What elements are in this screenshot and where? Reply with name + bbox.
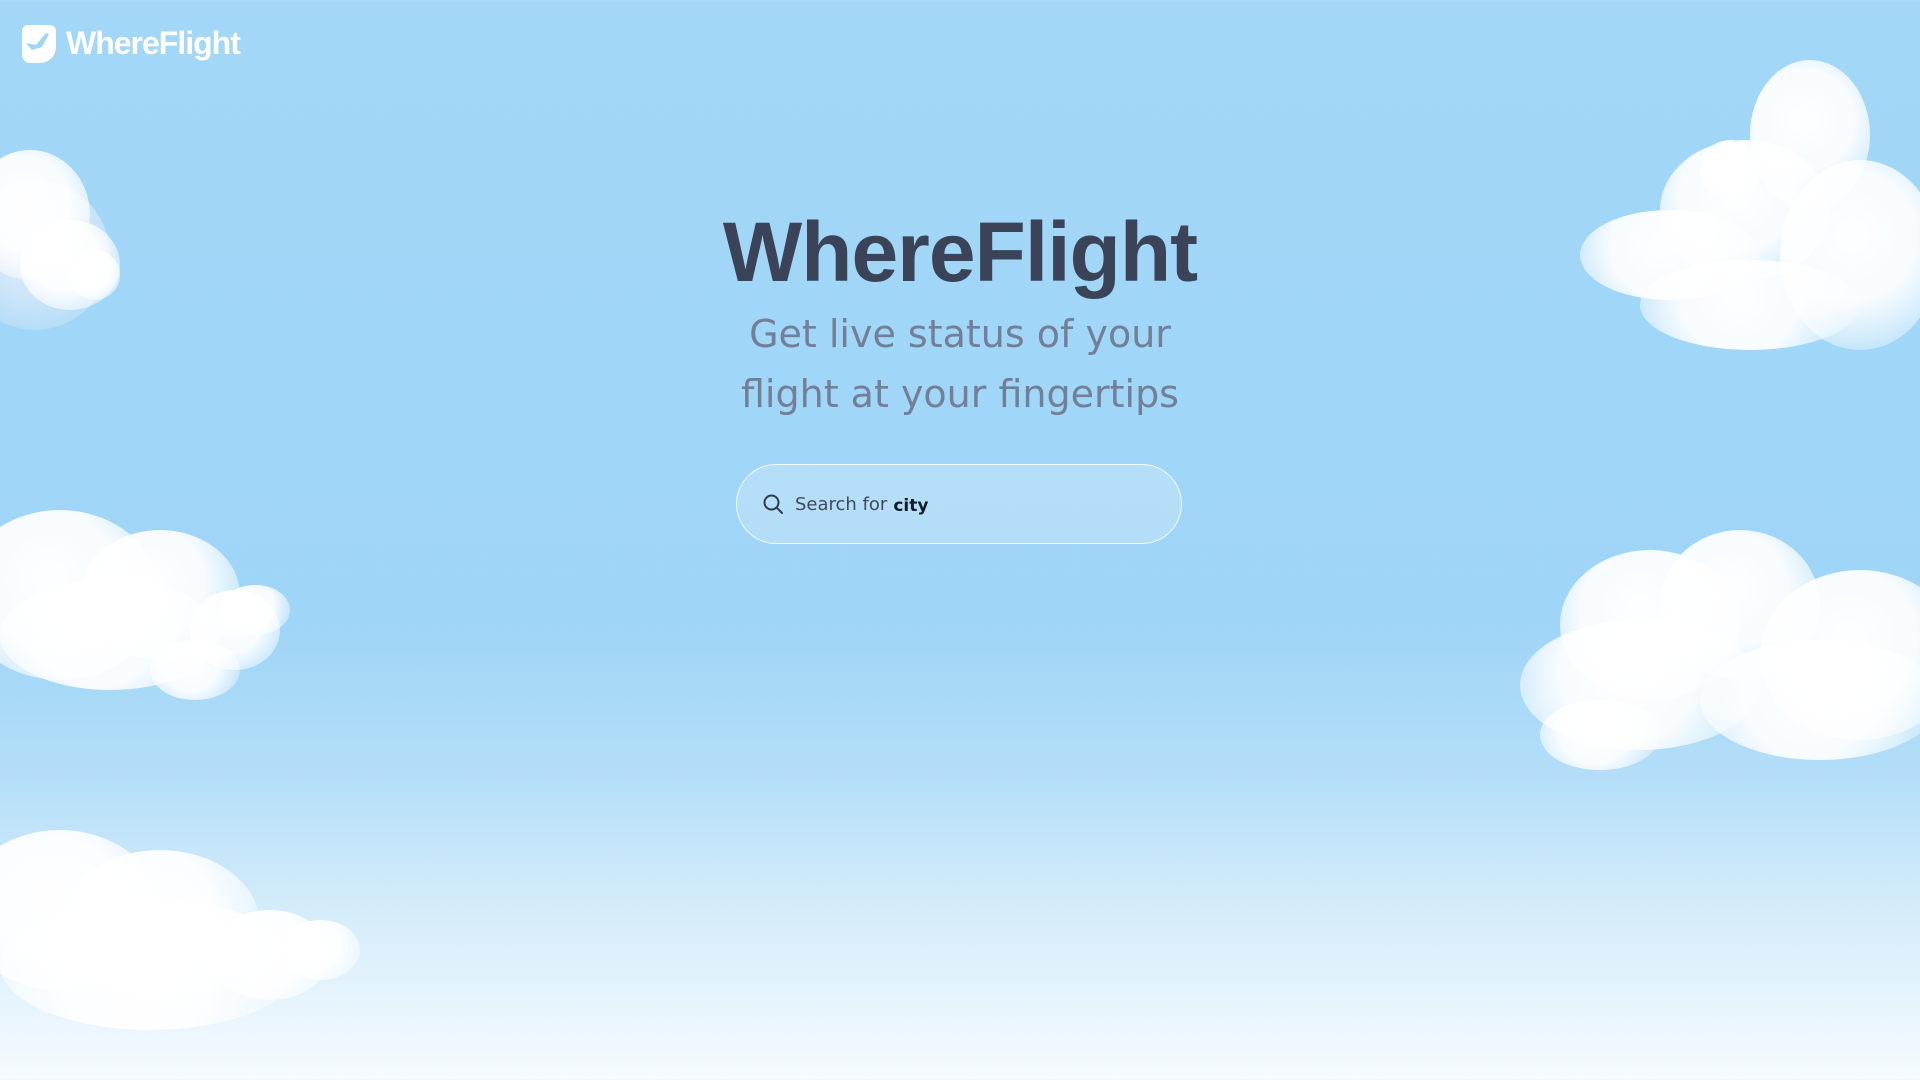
- brand-name: WhereFlight: [66, 24, 241, 61]
- search-input[interactable]: [737, 465, 1181, 543]
- page-title: WhereFlight: [722, 205, 1198, 299]
- cloud: [0, 820, 420, 1040]
- cloud: [1500, 530, 1920, 780]
- page-subtitle: Get live status of your flight at your f…: [741, 312, 1179, 416]
- brand-logo[interactable]: WhereFlight: [22, 23, 241, 63]
- plane-icon: [22, 25, 56, 63]
- search-bar[interactable]: Search for city: [736, 464, 1182, 544]
- cloud: [0, 490, 340, 720]
- hero-section: WhereFlight Get live status of your flig…: [0, 200, 1920, 424]
